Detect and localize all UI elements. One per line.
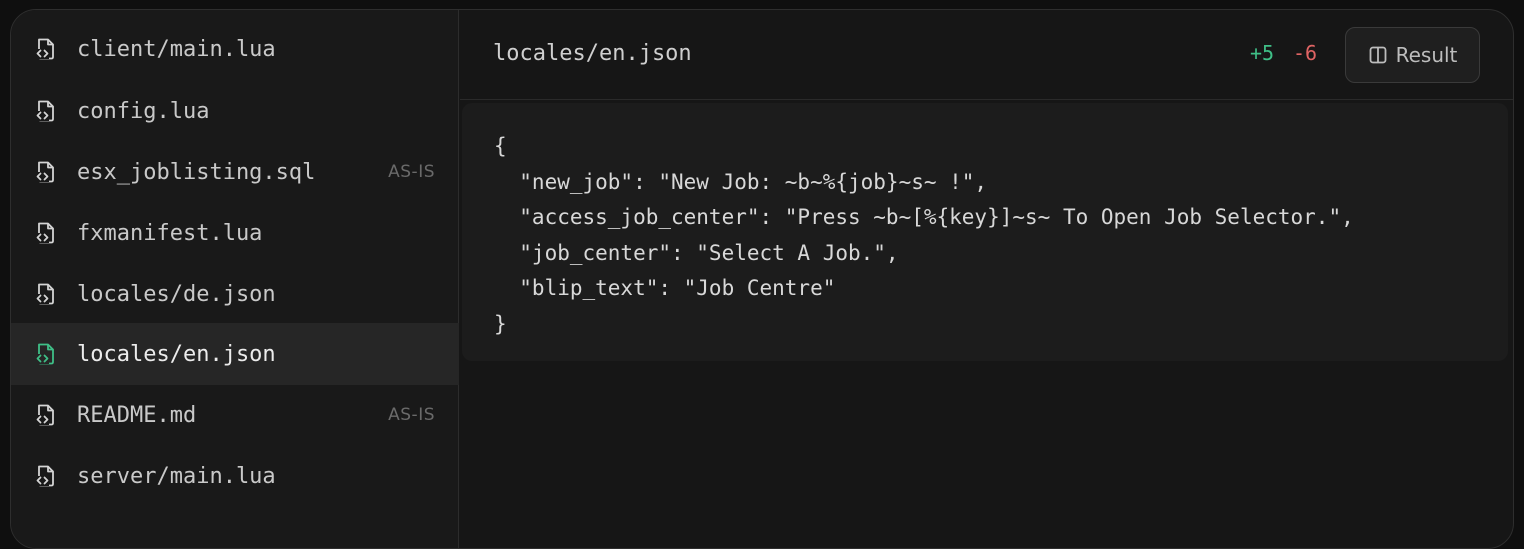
code-file-icon — [35, 465, 54, 487]
code-line: "job_center": "Select A Job.", — [494, 240, 899, 265]
file-item-client-main-lua[interactable]: client/main.lua — [11, 18, 459, 80]
file-name: locales/de.json — [77, 281, 276, 307]
file-name: client/main.lua — [77, 36, 276, 62]
as-is-badge: AS-IS — [388, 162, 435, 182]
result-button[interactable]: Result — [1345, 27, 1480, 83]
file-sidebar: client/main.lua config.lua esx_joblistin… — [11, 10, 459, 548]
diff-header: locales/en.json +5 -6 Result — [460, 10, 1513, 100]
file-name: server/main.lua — [77, 463, 276, 489]
code-line: } — [494, 311, 507, 336]
code-line: "blip_text": "Job Centre" — [494, 276, 836, 300]
split-panel-icon — [1369, 46, 1386, 64]
file-item-config-lua[interactable]: config.lua — [11, 80, 459, 142]
code-file-icon — [35, 38, 54, 60]
code-line: { — [494, 134, 507, 158]
code-file-icon — [35, 161, 54, 183]
code-file-icon — [35, 343, 54, 365]
file-name: esx_joblisting.sql — [77, 159, 316, 185]
file-name: README.md — [77, 402, 197, 428]
file-item-fxmanifest-lua[interactable]: fxmanifest.lua — [11, 202, 459, 264]
file-item-locales-en-json[interactable]: locales/en.json — [11, 323, 459, 385]
app-window: client/main.lua config.lua esx_joblistin… — [10, 9, 1514, 549]
file-name: config.lua — [77, 98, 210, 124]
file-item-locales-de-json[interactable]: locales/de.json — [11, 263, 459, 325]
file-item-server-main-lua[interactable]: server/main.lua — [11, 445, 459, 507]
file-name: locales/en.json — [77, 341, 276, 367]
code-file-icon — [35, 283, 54, 305]
code-file-icon — [35, 100, 54, 122]
result-label: Result — [1395, 43, 1458, 67]
file-item-readme-md[interactable]: README.md AS-IS — [11, 384, 459, 446]
diff-view: locales/en.json +5 -6 Result { "new_job"… — [460, 10, 1513, 548]
code-line: "access_job_center": "Press ~b~[%{key}]~… — [494, 205, 1354, 229]
as-is-badge: AS-IS — [388, 405, 435, 425]
code-line: "new_job": "New Job: ~b~%{job}~s~ !", — [494, 169, 988, 194]
deletions-count: -6 — [1293, 41, 1318, 65]
file-item-esx-joblisting-sql[interactable]: esx_joblisting.sql AS-IS — [11, 141, 459, 203]
code-file-icon — [35, 222, 54, 244]
code-panel: { "new_job": "New Job: ~b~%{job}~s~ !", … — [462, 103, 1508, 361]
code-file-icon — [35, 404, 54, 426]
file-name: fxmanifest.lua — [77, 220, 263, 246]
additions-count: +5 — [1250, 41, 1275, 65]
current-file-title: locales/en.json — [493, 41, 692, 66]
